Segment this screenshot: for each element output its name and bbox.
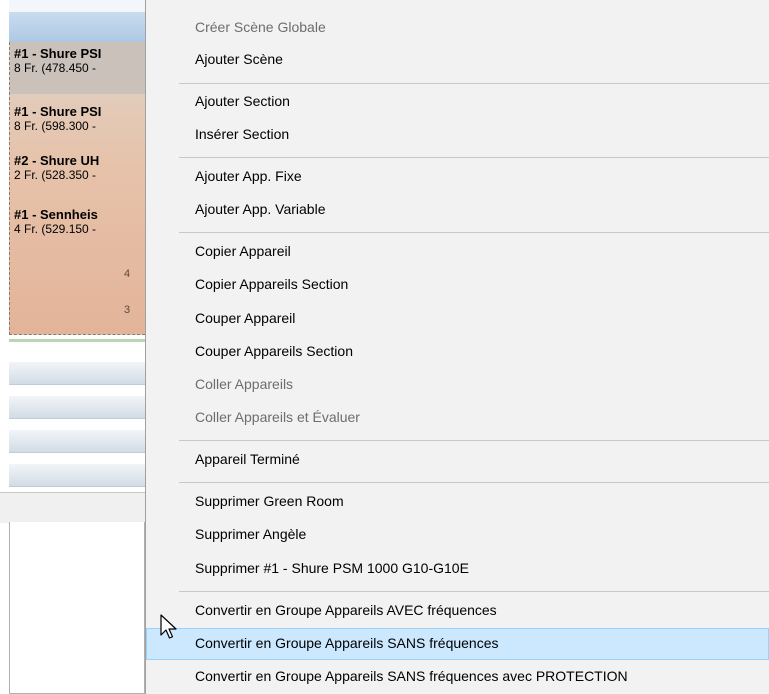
- menu-separator: [179, 591, 769, 592]
- menu-item-label: Insérer Section: [195, 126, 290, 142]
- menu-item-delete-angele[interactable]: Supprimer Angèle: [146, 519, 769, 551]
- stage-panel[interactable]: [9, 42, 145, 335]
- menu-separator: [179, 157, 769, 158]
- menu-separator: [179, 83, 769, 84]
- menu-item-label: Supprimer Angèle: [195, 526, 307, 542]
- menu-item-delete-green-room[interactable]: Supprimer Green Room: [146, 486, 769, 518]
- menu-item-create-global-scene: Créer Scène Globale: [146, 12, 769, 44]
- menu-item-add-variable-device[interactable]: Ajouter App. Variable: [146, 194, 769, 226]
- menu-item-label: Créer Scène Globale: [195, 19, 326, 35]
- device-row[interactable]: #1 - Sennheis 4 Fr. (529.150 -: [14, 207, 98, 237]
- section-marker: 4: [124, 268, 131, 280]
- device-detail: 8 Fr. (598.300 -: [14, 119, 97, 133]
- menu-item-device-finished[interactable]: Appareil Terminé: [146, 444, 769, 476]
- menu-item-cut-device[interactable]: Couper Appareil: [146, 303, 769, 335]
- menu-item-copy-device[interactable]: Copier Appareil: [146, 236, 769, 268]
- menu-item-cut-section-devices[interactable]: Couper Appareils Section: [146, 336, 769, 368]
- device-row[interactable]: #1 - Shure PSI 8 Fr. (478.450 -: [14, 46, 101, 76]
- panel-header: [9, 0, 145, 42]
- menu-item-label: Supprimer Green Room: [195, 493, 344, 509]
- menu-item-label: Couper Appareils Section: [195, 343, 353, 359]
- menu-item-label: Appareil Terminé: [195, 451, 300, 467]
- device-name: #2 - Shure UH: [14, 153, 100, 168]
- menu-separator: [179, 232, 769, 233]
- section-bar[interactable]: [9, 430, 145, 453]
- menu-item-label: Ajouter Scène: [195, 51, 283, 67]
- section-bar[interactable]: [9, 362, 145, 385]
- menu-item-label: Ajouter App. Variable: [195, 201, 326, 217]
- section-bar[interactable]: [9, 464, 145, 487]
- menu-item-label: Convertir en Groupe Appareils SANS fréqu…: [195, 668, 628, 684]
- panel-footer: [0, 492, 145, 523]
- menu-item-label: Convertir en Groupe Appareils SANS fréqu…: [195, 635, 499, 651]
- device-name: #1 - Shure PSI: [14, 104, 102, 119]
- menu-item-insert-section[interactable]: Insérer Section: [146, 119, 769, 151]
- device-name: #1 - Shure PSI: [14, 46, 102, 61]
- menu-item-label: Ajouter App. Fixe: [195, 168, 302, 184]
- list-area[interactable]: [9, 522, 145, 694]
- device-detail: 4 Fr. (529.150 -: [14, 222, 97, 236]
- menu-item-convert-without-frequencies-protection[interactable]: Convertir en Groupe Appareils SANS fréqu…: [146, 661, 769, 693]
- menu-separator: [179, 440, 769, 441]
- menu-item-add-section[interactable]: Ajouter Section: [146, 86, 769, 118]
- device-row[interactable]: #1 - Shure PSI 8 Fr. (598.300 -: [14, 104, 101, 134]
- device-name: #1 - Sennheis: [14, 207, 98, 222]
- section-marker: 3: [124, 304, 131, 316]
- menu-item-label: Coller Appareils et Évaluer: [195, 409, 360, 425]
- context-menu: Créer Scène Globale Ajouter Scène Ajoute…: [145, 0, 769, 694]
- menu-item-convert-with-frequencies[interactable]: Convertir en Groupe Appareils AVEC fréqu…: [146, 595, 769, 627]
- menu-item-label: Coller Appareils: [195, 376, 294, 392]
- menu-item-convert-without-frequencies[interactable]: Convertir en Groupe Appareils SANS fréqu…: [146, 628, 769, 660]
- device-row[interactable]: #2 - Shure UH 2 Fr. (528.350 -: [14, 153, 99, 183]
- divider: [9, 339, 145, 342]
- menu-separator: [179, 482, 769, 483]
- menu-item-label: Couper Appareil: [195, 310, 296, 326]
- menu-item-copy-section-devices[interactable]: Copier Appareils Section: [146, 269, 769, 301]
- menu-item-label: Copier Appareil: [195, 243, 291, 259]
- menu-item-delete-device[interactable]: Supprimer #1 - Shure PSM 1000 G10-G10E: [146, 553, 769, 585]
- menu-item-label: Supprimer #1 - Shure PSM 1000 G10-G10E: [195, 560, 469, 576]
- device-detail: 8 Fr. (478.450 -: [14, 61, 97, 75]
- menu-item-add-scene[interactable]: Ajouter Scène: [146, 44, 769, 76]
- menu-item-add-fixed-device[interactable]: Ajouter App. Fixe: [146, 161, 769, 193]
- menu-item-paste-and-evaluate: Coller Appareils et Évaluer: [146, 402, 769, 434]
- menu-item-label: Ajouter Section: [195, 93, 290, 109]
- menu-item-label: Convertir en Groupe Appareils AVEC fréqu…: [195, 602, 497, 618]
- device-detail: 2 Fr. (528.350 -: [14, 168, 97, 182]
- section-bar[interactable]: [9, 396, 145, 419]
- mouse-pointer-icon: [160, 614, 177, 639]
- menu-item-paste-devices: Coller Appareils: [146, 369, 769, 401]
- menu-item-label: Copier Appareils Section: [195, 276, 349, 292]
